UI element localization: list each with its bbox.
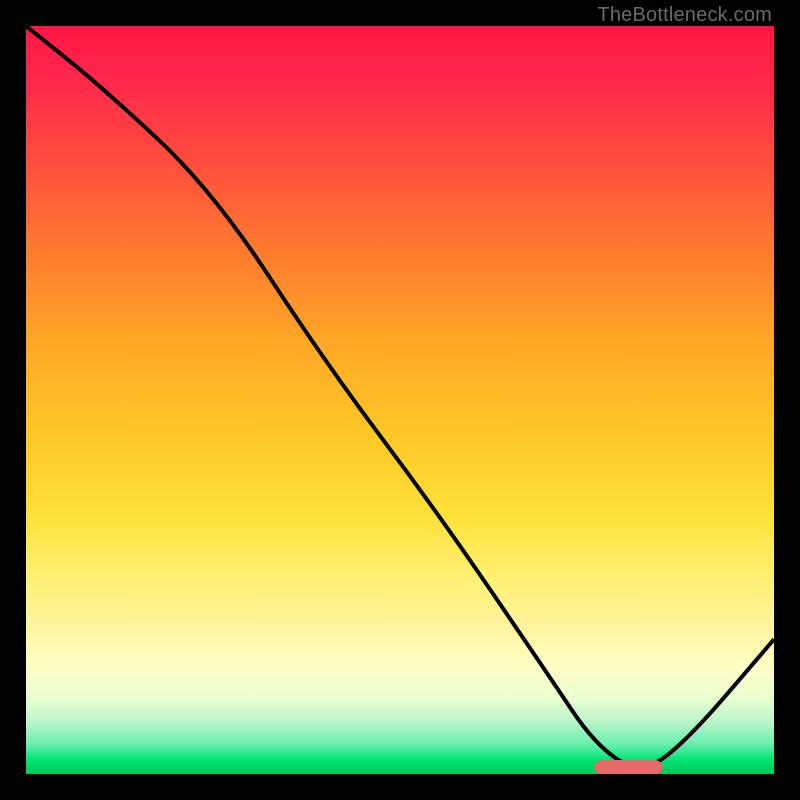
- curve-layer: [26, 26, 774, 774]
- bottleneck-curve-path: [26, 26, 774, 767]
- plot-area: [26, 26, 774, 774]
- attribution-text: TheBottleneck.com: [597, 4, 772, 27]
- optimal-range-marker: [594, 760, 661, 774]
- bottleneck-chart: TheBottleneck.com: [0, 0, 800, 800]
